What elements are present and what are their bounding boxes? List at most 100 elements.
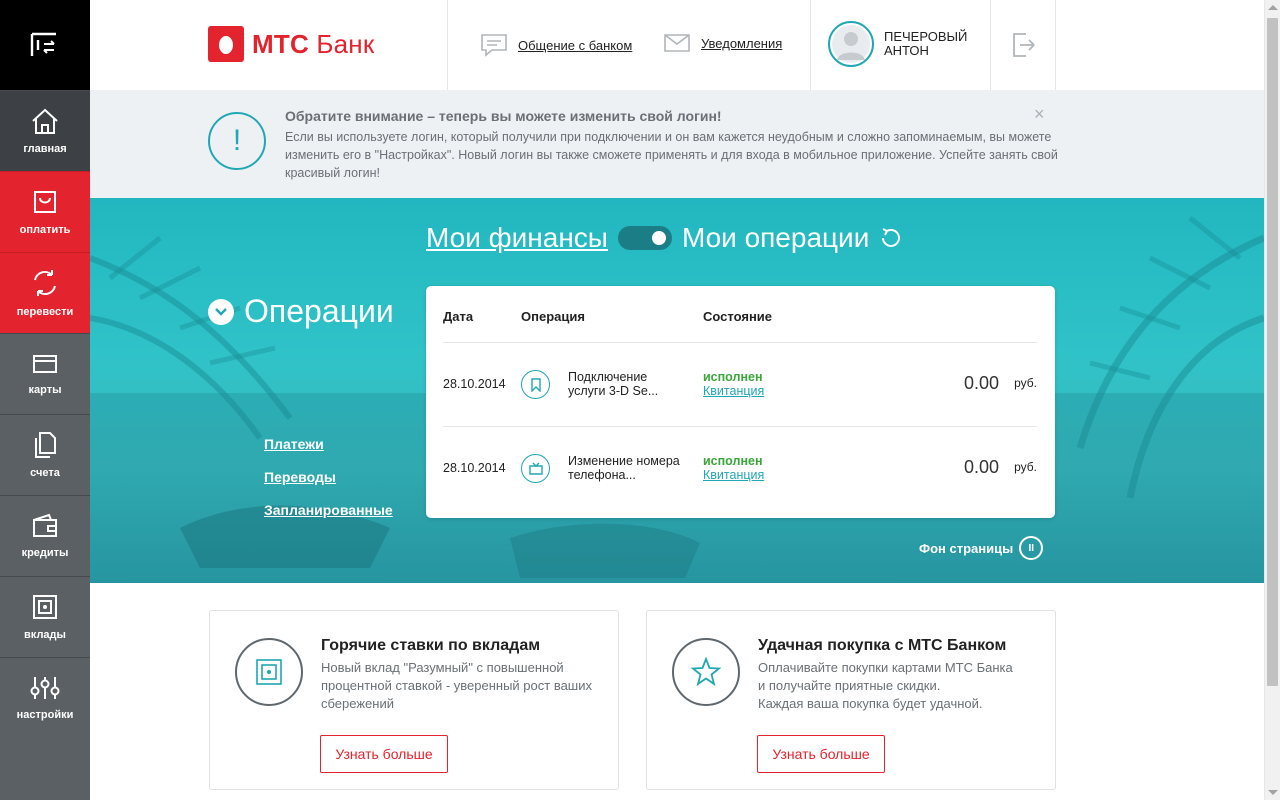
sidebar-item-label: оплатить (19, 224, 71, 236)
safe-icon (33, 595, 57, 619)
operation-currency: руб. (1014, 460, 1037, 474)
operations-table: Дата Операция Состояние 28.10.2014 Подкл… (426, 286, 1055, 518)
sidebar-item-accounts[interactable]: счета (0, 414, 90, 495)
shopping-bag-icon (34, 191, 56, 213)
sidebar-item-label: настройки (16, 709, 74, 721)
sidebar: главная оплатить перевести карты счета к… (0, 0, 98, 800)
learn-more-button[interactable]: Узнать больше (320, 735, 448, 773)
notice-text: Если вы используете логин, который получ… (285, 130, 1058, 180)
header: МТС Банк Общение с банком Уведомления ПЕ… (90, 0, 1264, 90)
sidebar-item-label: счета (30, 467, 60, 479)
operations-hero: Мои финансы Мои операции Операции Платеж… (90, 198, 1264, 583)
chat-icon (481, 34, 507, 57)
logout-icon (1013, 33, 1035, 57)
operations-filter-links: Платежи Переводы Запланированные (264, 436, 393, 535)
chat-with-bank-link[interactable]: Общение с банком (480, 33, 632, 57)
page-background-toggle[interactable]: Фон страницы II (919, 536, 1044, 560)
avatar (828, 21, 874, 67)
sliders-icon (30, 677, 60, 699)
operation-status: исполнен Квитанция (703, 370, 764, 398)
operations-title[interactable]: Операции (208, 293, 394, 330)
table-row[interactable]: 28.10.2014 Изменение номера телефона... … (443, 426, 1037, 510)
operation-description[interactable]: Подключение услуги 3-D Se... (568, 370, 688, 398)
header-divider (1055, 0, 1056, 90)
sidebar-item-label: кредиты (21, 547, 69, 559)
sidebar-item-settings[interactable]: настройки (0, 657, 90, 738)
status-badge: исполнен (703, 454, 763, 468)
sidebar-item-deposits[interactable]: вклады (0, 576, 90, 657)
card-icon (33, 355, 57, 373)
scroll-up-icon[interactable] (1268, 5, 1278, 10)
user-silhouette-icon (832, 25, 870, 63)
pause-icon: II (1019, 536, 1044, 560)
envelope-icon (664, 34, 690, 52)
table-row[interactable]: 28.10.2014 Подключение услуги 3-D Se... … (443, 342, 1037, 426)
user-name: ПЕЧЕРОВЫЙ АНТОН (884, 29, 968, 58)
header-divider (990, 0, 991, 90)
sidebar-logo[interactable] (0, 0, 90, 90)
view-toggle-switch[interactable] (617, 226, 672, 250)
operation-amount: 0.00 (963, 373, 999, 393)
promo-card-deposits: Горячие ставки по вкладам Новый вклад "Р… (209, 610, 619, 790)
brand-name: МТС Банк (252, 28, 375, 59)
operation-description[interactable]: Изменение номера телефона... (568, 454, 688, 482)
operation-currency: руб. (1014, 376, 1037, 390)
header-divider (810, 0, 811, 90)
mts-egg-icon (208, 26, 244, 62)
sidebar-item-credits[interactable]: кредиты (0, 495, 90, 576)
sidebar-item-label: главная (23, 143, 67, 155)
sidebar-item-transfer[interactable]: перевести (0, 252, 90, 333)
vertical-scrollbar[interactable] (1264, 0, 1280, 800)
receipt-link[interactable]: Квитанция (703, 468, 764, 482)
sidebar-item-home[interactable]: главная (0, 90, 98, 171)
wallet-icon (33, 513, 57, 537)
sidebar-item-label: вклады (24, 629, 66, 641)
close-icon[interactable]: × (1034, 104, 1045, 125)
notifications-link[interactable]: Уведомления (663, 33, 782, 53)
finance-operations-toggle: Мои финансы Мои операции (426, 222, 903, 254)
my-finances-link[interactable]: Мои финансы (426, 222, 608, 254)
chevron-down-icon (208, 298, 234, 325)
operation-date: 28.10.2014 (443, 461, 506, 475)
payments-link[interactable]: Платежи (264, 436, 393, 452)
promo-title: Горячие ставки по вкладам (321, 637, 541, 654)
user-profile[interactable]: ПЕЧЕРОВЫЙ АНТОН (828, 21, 974, 67)
scrollbar-thumb[interactable] (1267, 18, 1278, 686)
operation-date: 28.10.2014 (443, 377, 506, 391)
operation-amount: 0.00 (963, 457, 999, 477)
column-operation: Операция (521, 309, 585, 324)
column-date: Дата (443, 309, 474, 324)
sidebar-item-pay[interactable]: оплатить (0, 171, 90, 252)
my-operations-label: Мои операции (681, 222, 870, 253)
scheduled-link[interactable]: Запланированные (264, 502, 393, 518)
promo-text: Новый вклад "Разумный" с повышенной проц… (321, 660, 593, 711)
promo-title: Удачная покупка с МТС Банком (758, 637, 1007, 654)
page-root: главная оплатить перевести карты счета к… (0, 0, 1280, 800)
bookmark-icon (521, 370, 550, 399)
exclamation-icon: ! (208, 112, 266, 170)
status-badge: исполнен (703, 370, 763, 384)
column-state: Состояние (703, 309, 773, 324)
transfers-link[interactable]: Переводы (264, 469, 393, 485)
login-change-notice: ! Обратите внимание – теперь вы можете и… (90, 90, 1264, 198)
refresh-icon[interactable] (877, 225, 903, 251)
promo-card-purchase: Удачная покупка с МТС Банком Оплачивайте… (646, 610, 1056, 790)
transfer-arrows-icon (34, 270, 56, 296)
logout-button[interactable] (1012, 32, 1036, 63)
operation-status: исполнен Квитанция (703, 454, 764, 482)
safe-icon (235, 638, 303, 706)
receipt-link[interactable]: Квитанция (703, 384, 764, 398)
promo-text: Оплачивайте покупки картами МТС Банка и … (758, 660, 1013, 711)
notice-title: Обратите внимание – теперь вы можете изм… (285, 108, 722, 124)
menu-toggle-icon (30, 32, 56, 56)
scroll-down-icon[interactable] (1268, 790, 1278, 795)
sidebar-item-label: перевести (16, 306, 74, 318)
header-divider (447, 0, 448, 90)
sidebar-item-cards[interactable]: карты (0, 333, 90, 414)
star-icon (672, 638, 740, 706)
tv-icon (521, 454, 550, 483)
brand-logo[interactable]: МТС Банк (208, 26, 374, 62)
home-icon (32, 108, 58, 134)
sidebar-item-label: карты (28, 384, 62, 396)
learn-more-button[interactable]: Узнать больше (757, 735, 885, 773)
